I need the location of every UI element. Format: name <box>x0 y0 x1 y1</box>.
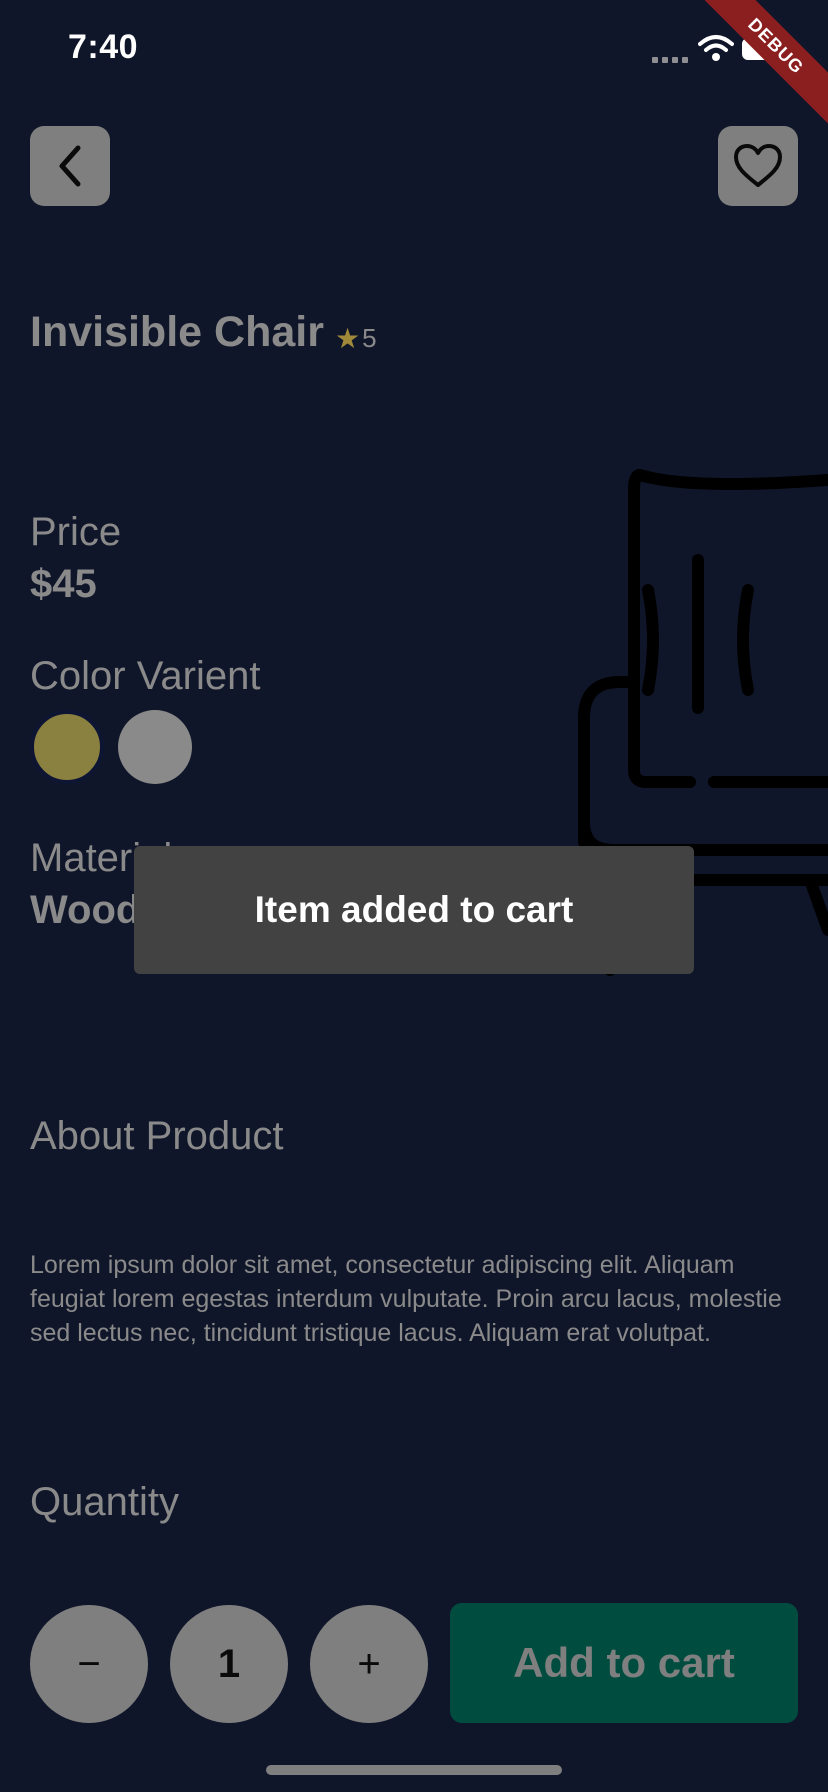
favorite-button[interactable] <box>718 126 798 206</box>
price-value: $45 <box>30 562 97 606</box>
minus-icon: − <box>77 1641 101 1686</box>
signal-icon <box>652 50 692 68</box>
product-description: Lorem ipsum dolor sit amet, consectetur … <box>30 1251 782 1347</box>
status-time: 7:40 <box>68 28 139 66</box>
home-indicator[interactable] <box>266 1765 562 1775</box>
quantity-label: Quantity <box>30 1480 179 1524</box>
product-detail-screen: 7:40 DEBUG Invisible Chair ★ 5 Price $45… <box>0 0 828 1792</box>
product-rating: ★ 5 <box>335 322 377 355</box>
color-variant-label: Color Varient <box>30 654 261 698</box>
quantity-value: 1 <box>170 1605 288 1723</box>
decrease-quantity-button[interactable]: − <box>30 1605 148 1723</box>
heart-icon <box>734 144 782 187</box>
wifi-icon <box>698 34 734 67</box>
increase-quantity-button[interactable]: + <box>310 1605 428 1723</box>
about-product-heading: About Product <box>30 1114 284 1158</box>
back-button[interactable] <box>30 126 110 206</box>
product-title: Invisible Chair <box>30 308 324 356</box>
star-icon: ★ <box>335 323 361 354</box>
color-swatch-gold[interactable] <box>30 710 104 784</box>
add-to-cart-button[interactable]: Add to cart <box>450 1603 798 1723</box>
material-value: Wood <box>30 888 141 932</box>
color-swatch-grey[interactable] <box>118 710 192 784</box>
rating-value: 5 <box>362 323 377 353</box>
chevron-left-icon <box>59 145 81 187</box>
price-label: Price <box>30 510 122 554</box>
plus-icon: + <box>357 1641 381 1686</box>
toast-message: Item added to cart <box>134 846 694 974</box>
